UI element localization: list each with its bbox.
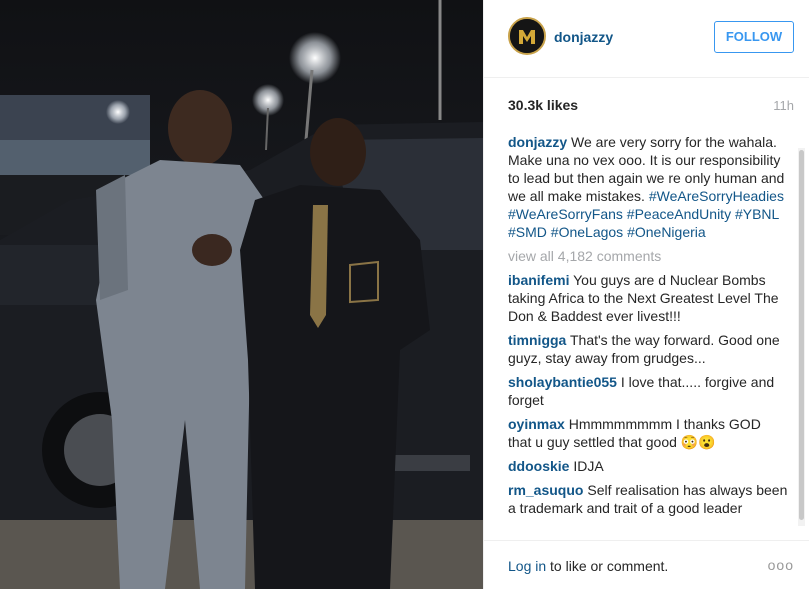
comment-item: ibanifemi You guys are d Nuclear Bombs t… bbox=[508, 271, 788, 325]
comments-scrollbar[interactable] bbox=[798, 148, 805, 526]
caption-username[interactable]: donjazzy bbox=[508, 134, 567, 150]
instagram-post: donjazzy FOLLOW 30.3k likes 11h donjazzy… bbox=[0, 0, 809, 589]
comment-text: IDJA bbox=[573, 458, 604, 474]
comment-item: timnigga That's the way forward. Good on… bbox=[508, 331, 788, 367]
comment-username[interactable]: rm_asuquo bbox=[508, 482, 583, 498]
comment-item: oyinmax Hmmmmmmmm I thanks GOD that u gu… bbox=[508, 415, 788, 451]
comment-username[interactable]: ibanifemi bbox=[508, 272, 569, 288]
caption: donjazzy We are very sorry for the wahal… bbox=[508, 133, 788, 241]
login-link[interactable]: Log in bbox=[508, 558, 546, 574]
avatar-logo-icon[interactable] bbox=[508, 17, 546, 55]
login-prompt: Log in to like or comment. bbox=[508, 558, 668, 574]
post-header: donjazzy FOLLOW bbox=[484, 0, 809, 78]
comment-item: sholaybantie055 I love that..... forgive… bbox=[508, 373, 788, 409]
photo-illustration bbox=[0, 0, 483, 589]
post-footer: Log in to like or comment. ooo bbox=[484, 540, 809, 589]
follow-button[interactable]: FOLLOW bbox=[714, 21, 794, 53]
comment-item: rm_asuquo Self realisation has always be… bbox=[508, 481, 788, 517]
comment-username[interactable]: oyinmax bbox=[508, 416, 565, 432]
likes-count[interactable]: 30.3k likes bbox=[508, 97, 578, 113]
login-prompt-text: to like or comment. bbox=[546, 558, 669, 574]
comment-username[interactable]: timnigga bbox=[508, 332, 566, 348]
more-options-icon[interactable]: ooo bbox=[768, 557, 794, 573]
post-photo[interactable] bbox=[0, 0, 483, 589]
comment-username[interactable]: ddooskie bbox=[508, 458, 569, 474]
comment-username[interactable]: sholaybantie055 bbox=[508, 374, 617, 390]
username-link[interactable]: donjazzy bbox=[554, 29, 613, 45]
post-stats: 30.3k likes 11h bbox=[484, 78, 809, 128]
scrollbar-thumb[interactable] bbox=[799, 150, 804, 520]
view-all-comments-link[interactable]: view all 4,182 comments bbox=[508, 247, 788, 265]
post-time[interactable]: 11h bbox=[773, 98, 794, 113]
comment-item: ddooskie IDJA bbox=[508, 457, 788, 475]
comments-list[interactable]: donjazzy We are very sorry for the wahal… bbox=[508, 133, 788, 531]
post-sidebar: donjazzy FOLLOW 30.3k likes 11h donjazzy… bbox=[483, 0, 809, 589]
